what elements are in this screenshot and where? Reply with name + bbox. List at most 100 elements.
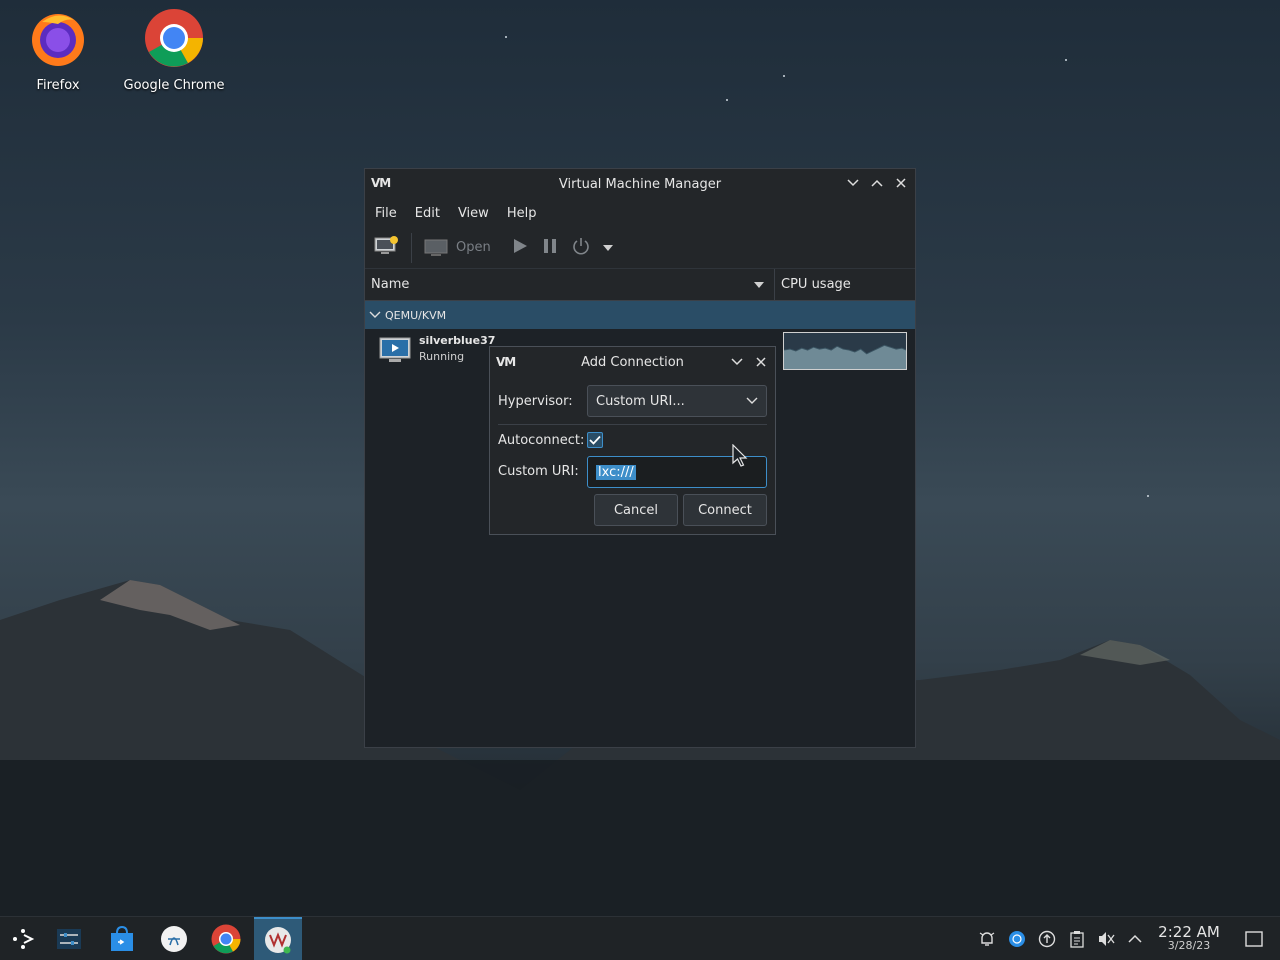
menu-file[interactable]: File <box>375 206 407 221</box>
chevron-down-icon <box>731 358 743 366</box>
show-desktop-icon <box>1245 931 1263 947</box>
close-button[interactable] <box>893 175 909 191</box>
window-title: Virtual Machine Manager <box>558 176 722 192</box>
taskbar-system-settings[interactable] <box>46 917 92 960</box>
taskbar-virt-manager[interactable] <box>254 917 302 960</box>
dropdown-arrow-icon <box>602 245 613 251</box>
star <box>1065 59 1067 61</box>
connection-row-qemu-kvm[interactable]: QEMU/KVM <box>365 301 915 329</box>
connect-button[interactable]: Connect <box>683 494 767 526</box>
dialog-minimize-button[interactable] <box>729 354 745 370</box>
taskbar-software-store[interactable] <box>99 917 145 960</box>
close-icon <box>756 357 766 367</box>
hypervisor-select[interactable]: Custom URI... <box>587 385 767 417</box>
pause-icon <box>543 238 556 253</box>
toolbar-separator <box>411 232 412 263</box>
window-titlebar[interactable]: VM Virtual Machine Manager <box>365 169 915 199</box>
shutdown-button[interactable] <box>571 236 591 260</box>
add-connection-dialog: VM Add Connection Hypervisor: Custom URI… <box>489 346 776 535</box>
mouse-pointer-icon <box>732 444 748 467</box>
vm-monitor-icon <box>379 337 411 362</box>
digital-clock[interactable]: 2:22 AM 3/28/23 <box>1152 923 1226 952</box>
firefox-icon <box>32 14 84 66</box>
menu-edit[interactable]: Edit <box>415 206 450 221</box>
minimize-button[interactable] <box>845 175 861 191</box>
menu-help[interactable]: Help <box>507 206 547 221</box>
volume-muted-icon <box>1099 932 1115 946</box>
taskbar-podman-desktop[interactable] <box>151 917 197 960</box>
settings-sliders-icon <box>57 929 81 949</box>
podman-icon <box>161 926 187 952</box>
dialog-close-button[interactable] <box>753 354 769 370</box>
open-console-icon <box>424 239 448 256</box>
chevron-down-icon <box>847 179 859 187</box>
chevron-up-icon <box>871 179 883 187</box>
column-header-cpu-usage[interactable]: CPU usage <box>775 277 851 292</box>
application-launcher-button[interactable] <box>0 917 46 960</box>
connection-label: QEMU/KVM <box>385 308 447 322</box>
shutdown-menu-button[interactable] <box>602 240 613 255</box>
toolbar: Open <box>365 227 915 269</box>
vm-list-header: Name CPU usage <box>365 269 915 301</box>
desktop-icon-label: Google Chrome <box>123 78 225 93</box>
cancel-button[interactable]: Cancel <box>594 494 678 526</box>
star <box>505 36 507 38</box>
custom-uri-value: lxc:/// <box>596 464 636 480</box>
desktop-icon-label: Firefox <box>36 78 80 93</box>
network-icon <box>1009 931 1025 947</box>
updates-icon <box>1038 930 1056 948</box>
notifications-icon <box>979 932 995 946</box>
tray-volume[interactable] <box>1096 929 1116 949</box>
chevron-down-icon <box>369 311 381 318</box>
software-store-icon <box>111 926 133 951</box>
hypervisor-value: Custom URI... <box>596 393 685 409</box>
new-vm-button[interactable] <box>373 235 399 261</box>
tray-notifications[interactable] <box>977 929 997 949</box>
play-icon <box>513 238 527 253</box>
checkmark-icon <box>589 435 601 445</box>
tray-network[interactable] <box>1007 929 1027 949</box>
custom-uri-label: Custom URI: <box>498 464 579 479</box>
show-desktop-button[interactable] <box>1244 929 1264 949</box>
tray-clipboard[interactable] <box>1067 929 1087 949</box>
desktop-icon-firefox[interactable]: Firefox <box>3 8 113 93</box>
virt-manager-icon <box>265 927 291 954</box>
vm-name: silverblue37 <box>419 334 496 347</box>
pause-button[interactable] <box>541 237 559 259</box>
chrome-icon <box>211 924 241 954</box>
new-vm-icon <box>374 235 398 254</box>
column-name-label: Name <box>371 277 410 292</box>
cpu-usage-graph <box>783 332 907 370</box>
dialog-titlebar[interactable]: VM Add Connection <box>490 347 775 377</box>
chrome-icon <box>145 9 203 67</box>
tray-updates[interactable] <box>1037 929 1057 949</box>
chevron-down-icon <box>746 397 758 404</box>
power-icon <box>572 237 589 254</box>
launcher-icon <box>13 929 35 949</box>
maximize-button[interactable] <box>869 175 885 191</box>
tray-expand-button[interactable] <box>1125 929 1145 949</box>
star <box>783 75 785 77</box>
expand-tray-icon <box>1128 934 1142 943</box>
star <box>1147 495 1149 497</box>
close-icon <box>896 178 906 188</box>
clipboard-icon <box>1070 931 1084 948</box>
desktop-icon-google-chrome[interactable]: Google Chrome <box>119 8 229 93</box>
autoconnect-label: Autoconnect: <box>498 433 585 448</box>
vm-status: Running <box>419 350 465 363</box>
star <box>726 99 728 101</box>
open-button[interactable]: Open <box>424 238 491 258</box>
menubar: File Edit View Help <box>365 199 915 227</box>
run-button[interactable] <box>511 237 529 259</box>
open-label: Open <box>456 240 491 255</box>
column-header-name[interactable]: Name <box>365 269 775 300</box>
dialog-separator <box>498 424 767 425</box>
taskbar: 2:22 AM 3/28/23 <box>0 916 1280 960</box>
virt-manager-logo-icon: VM <box>371 176 391 190</box>
sort-arrow-icon <box>754 281 764 288</box>
autoconnect-checkbox[interactable] <box>587 432 603 448</box>
menu-view[interactable]: View <box>458 206 499 221</box>
virt-manager-logo-icon: VM <box>496 355 516 369</box>
taskbar-google-chrome[interactable] <box>203 917 249 960</box>
hypervisor-label: Hypervisor: <box>498 394 573 409</box>
